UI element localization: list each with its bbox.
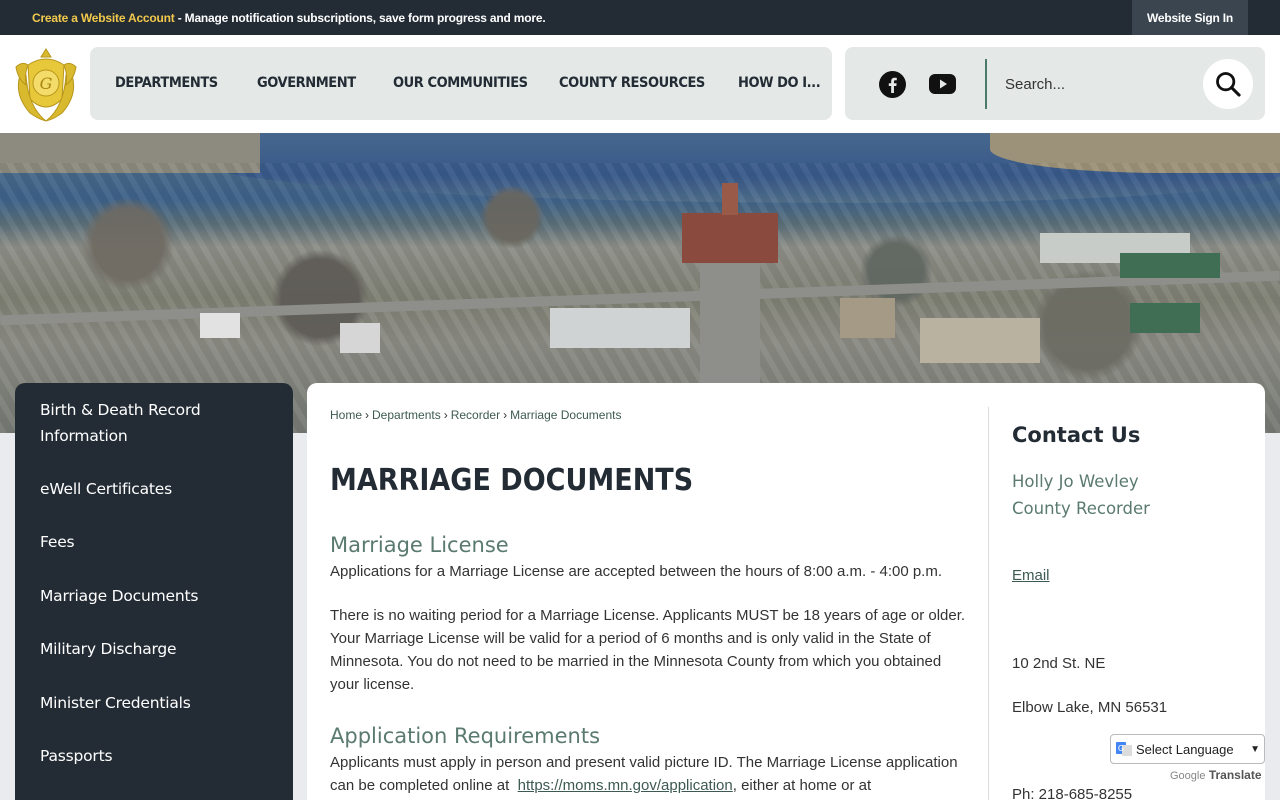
google-label: Google — [1170, 770, 1206, 782]
contact-us-heading: Contact Us — [1012, 423, 1141, 447]
county-seal-logo[interactable]: G — [14, 45, 78, 123]
sidebar-item-fees[interactable]: Fees — [40, 529, 280, 555]
section-heading-application-requirements: Application Requirements — [330, 724, 601, 748]
contact-email-link[interactable]: Email — [1012, 567, 1050, 584]
contact-name: Holly Jo Wevley — [1012, 472, 1139, 491]
breadcrumb-home[interactable]: Home — [330, 408, 362, 422]
tools-divider — [985, 59, 987, 109]
nav-departments[interactable]: DEPARTMENTS — [115, 75, 218, 91]
main-navigation: DEPARTMENTS GOVERNMENT OUR COMMUNITIES C… — [90, 47, 832, 120]
moms-application-link[interactable]: https://moms.mn.gov/application — [518, 777, 733, 794]
sidebar-item-military-discharge[interactable]: Military Discharge — [40, 636, 280, 662]
account-notice-text: - Manage notification subscriptions, sav… — [174, 11, 546, 25]
breadcrumb-separator: › — [443, 408, 448, 422]
column-divider — [988, 407, 989, 800]
hero-building — [1130, 303, 1200, 333]
application-text-end: , either at home or at — [732, 777, 872, 794]
search-button[interactable] — [1203, 59, 1253, 109]
svg-text:G: G — [1118, 744, 1124, 753]
breadcrumb-departments[interactable]: Departments — [372, 408, 441, 422]
breadcrumb-recorder[interactable]: Recorder — [451, 408, 500, 422]
sidebar-item-minister-credentials[interactable]: Minister Credentials — [40, 690, 280, 716]
language-select[interactable]: G Select Language ▼ — [1110, 734, 1265, 764]
contact-phone: Ph: 218-685-8255 — [1012, 786, 1133, 800]
hero-building — [840, 298, 895, 338]
sidebar-item-ewell-certificates[interactable]: eWell Certificates — [40, 476, 280, 502]
sidebar-item-passports[interactable]: Passports — [40, 743, 280, 769]
hero-building — [1120, 253, 1220, 278]
page-title: MARRIAGE DOCUMENTS — [330, 463, 694, 498]
account-notice: Create a Website Account - Manage notifi… — [32, 11, 546, 25]
paragraph-hours: Applications for a Marriage License are … — [330, 563, 943, 580]
contact-person: Holly Jo Wevley County Recorder — [1012, 468, 1150, 522]
top-bar: Create a Website Account - Manage notifi… — [0, 0, 1280, 35]
nav-county-resources[interactable]: COUNTY RESOURCES — [559, 75, 705, 91]
contact-role: County Recorder — [1012, 499, 1150, 518]
hero-building — [550, 308, 690, 348]
create-account-link[interactable]: Create a Website Account — [32, 11, 175, 25]
hero-courthouse-tower — [722, 183, 738, 215]
section-heading-marriage-license: Marriage License — [330, 533, 509, 557]
sidebar-nav: Birth & Death Record Information eWell C… — [15, 383, 293, 800]
header-tools — [845, 47, 1265, 120]
hero-building — [200, 313, 240, 338]
svg-text:G: G — [40, 74, 53, 93]
paragraph-application: Applicants must apply in person and pres… — [330, 751, 970, 797]
site-header: G DEPARTMENTS GOVERNMENT OUR COMMUNITIES… — [0, 35, 1280, 133]
facebook-icon[interactable] — [879, 71, 906, 98]
hero-building — [340, 323, 380, 353]
nav-government[interactable]: GOVERNMENT — [257, 75, 356, 91]
breadcrumb: Home › Departments › Recorder › Marriage Docum… — [330, 408, 621, 422]
breadcrumb-separator: › — [365, 408, 370, 422]
nav-our-communities[interactable]: OUR COMMUNITIES — [393, 75, 528, 91]
search-icon — [1216, 72, 1241, 97]
contact-address-line2: Elbow Lake, MN 56531 — [1012, 699, 1168, 716]
hero-building — [920, 318, 1040, 363]
breadcrumb-separator: › — [503, 408, 508, 422]
language-select-label: Select Language — [1136, 741, 1234, 757]
paragraph-license-details: There is no waiting period for a Marriag… — [330, 607, 966, 693]
breadcrumb-current: Marriage Documents — [510, 408, 622, 422]
youtube-icon[interactable] — [929, 73, 956, 95]
sidebar-item-birth-death-records[interactable]: Birth & Death Record Information — [40, 397, 280, 449]
search-input[interactable] — [997, 67, 1197, 101]
translate-link[interactable]: Translate — [1209, 768, 1262, 782]
nav-how-do-i[interactable]: HOW DO I... — [738, 75, 821, 91]
website-sign-in-button[interactable]: Website Sign In — [1132, 0, 1248, 35]
powered-by-google-translate: Google Translate — [1170, 768, 1262, 782]
hero-courthouse — [682, 183, 778, 263]
sidebar-item-marriage-documents[interactable]: Marriage Documents — [40, 583, 280, 609]
contact-address-line1: 10 2nd St. NE — [1012, 655, 1106, 672]
chevron-down-icon: ▼ — [1250, 743, 1260, 755]
google-translate-icon: G — [1116, 742, 1132, 756]
